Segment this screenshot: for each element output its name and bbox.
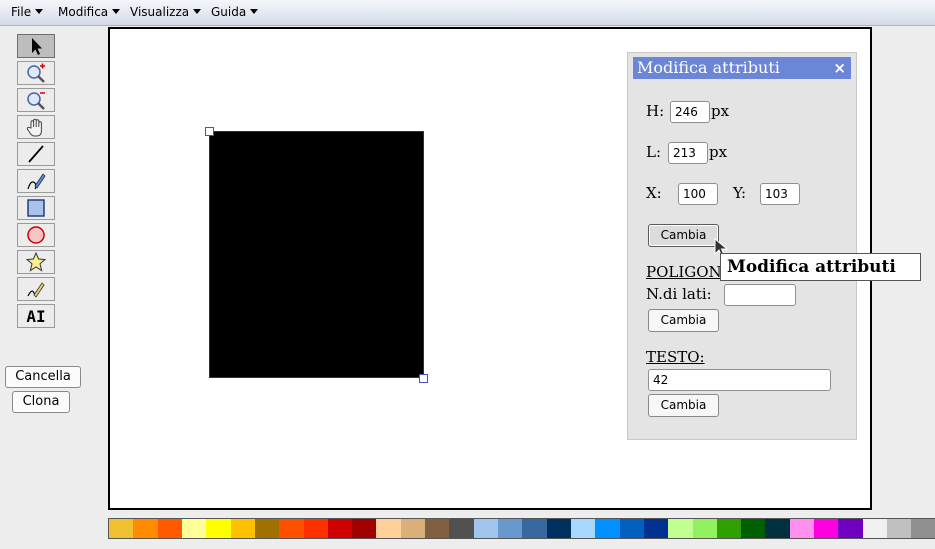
color-swatch[interactable] [254, 519, 280, 538]
height-unit: px [711, 102, 730, 120]
menu-guida[interactable]: Guida [211, 5, 259, 19]
color-swatch[interactable] [157, 519, 182, 538]
panel-title: Modifica attributi [637, 58, 780, 77]
hand-icon [26, 118, 42, 137]
circle-icon [27, 226, 45, 244]
dropdown-arrow-icon [35, 9, 44, 14]
color-swatch[interactable] [741, 519, 766, 538]
color-swatch[interactable] [449, 519, 474, 538]
color-swatch[interactable] [911, 519, 935, 538]
line-icon [28, 145, 44, 163]
color-swatch[interactable] [133, 519, 158, 538]
color-palette [108, 518, 935, 539]
menu-modifica-label: Modifica [58, 5, 109, 19]
pan-tool[interactable] [17, 115, 55, 139]
color-swatch[interactable] [668, 519, 693, 538]
polygon-tool[interactable] [17, 250, 55, 274]
close-icon[interactable]: × [833, 57, 846, 79]
x-label: X: [646, 184, 662, 202]
text-icon: AI [26, 306, 46, 326]
color-swatch[interactable] [230, 519, 255, 538]
tooltip: Modifica attributi [720, 253, 921, 281]
color-swatch[interactable] [303, 519, 328, 538]
color-swatch[interactable] [595, 519, 620, 538]
sides-input[interactable] [724, 284, 796, 306]
y-label: Y: [733, 184, 747, 202]
color-swatch[interactable] [862, 519, 887, 538]
y-input[interactable]: 103 [760, 183, 800, 205]
color-swatch[interactable] [206, 519, 231, 538]
star-icon [25, 251, 47, 272]
color-swatch[interactable] [619, 519, 644, 538]
apply-text-button[interactable]: Cambia [648, 394, 719, 417]
apply-polygon-button[interactable]: Cambia [648, 309, 719, 332]
height-input[interactable]: 246 [670, 101, 710, 123]
dropdown-arrow-icon [250, 9, 259, 14]
color-swatch[interactable] [279, 519, 304, 538]
color-swatch[interactable] [814, 519, 839, 538]
x-input[interactable]: 100 [678, 183, 718, 205]
color-swatch[interactable] [522, 519, 547, 538]
color-swatch[interactable] [109, 519, 134, 538]
menu-bar: File Modifica Visualizza Guida [0, 0, 935, 26]
clone-button[interactable]: Clona [12, 391, 70, 413]
dropdown-arrow-icon [112, 9, 121, 14]
delete-button[interactable]: Cancella [5, 366, 81, 388]
pencil-icon [27, 282, 45, 298]
attributes-panel: Modifica attributi × H: 246 px L: 213 px… [627, 52, 857, 440]
select-tool[interactable] [17, 34, 55, 58]
zoom-out-icon [27, 92, 45, 110]
menu-file-label: File [11, 5, 32, 19]
dropdown-arrow-icon [193, 9, 202, 14]
menu-visualizza[interactable]: Visualizza [130, 5, 202, 19]
zoom-out-tool[interactable] [17, 88, 55, 112]
text-tool[interactable]: AI [17, 304, 55, 328]
color-swatch[interactable] [400, 519, 426, 538]
color-swatch[interactable] [643, 519, 669, 538]
resize-handle-top-left[interactable] [205, 127, 214, 136]
color-swatch[interactable] [887, 519, 912, 538]
width-label: L: [646, 143, 662, 161]
text-heading: TESTO: [646, 348, 705, 366]
pen-icon [27, 173, 46, 190]
rectangle-tool[interactable] [17, 196, 55, 220]
zoom-in-tool[interactable] [17, 61, 55, 85]
selected-rectangle-shape[interactable] [209, 131, 424, 378]
color-swatch[interactable] [352, 519, 377, 538]
color-swatch[interactable] [570, 519, 596, 538]
color-swatch[interactable] [838, 519, 863, 538]
zoom-in-icon [27, 63, 45, 83]
panel-header: Modifica attributi × [633, 57, 851, 79]
square-icon [27, 199, 45, 217]
pen-tool[interactable] [17, 169, 55, 193]
color-swatch[interactable] [327, 519, 353, 538]
sides-label: N.di lati: [646, 285, 712, 303]
color-swatch[interactable] [692, 519, 717, 538]
ellipse-tool[interactable] [17, 223, 55, 247]
apply-geometry-button[interactable]: Cambia [648, 224, 719, 247]
menu-file[interactable]: File [11, 5, 44, 19]
color-swatch[interactable] [376, 519, 401, 538]
menu-guida-label: Guida [211, 5, 247, 19]
color-swatch[interactable] [716, 519, 742, 538]
width-unit: px [709, 143, 728, 161]
freehand-tool[interactable] [17, 277, 55, 301]
color-swatch[interactable] [425, 519, 450, 538]
color-swatch[interactable] [498, 519, 523, 538]
text-input[interactable]: 42 [648, 369, 831, 391]
color-swatch[interactable] [789, 519, 815, 538]
line-tool[interactable] [17, 142, 55, 166]
color-swatch[interactable] [765, 519, 790, 538]
menu-visualizza-label: Visualizza [130, 5, 190, 19]
resize-handle-bottom-right[interactable] [419, 374, 428, 383]
color-swatch[interactable] [546, 519, 571, 538]
color-swatch[interactable] [473, 519, 498, 538]
color-swatch[interactable] [181, 519, 207, 538]
menu-modifica[interactable]: Modifica [58, 5, 121, 19]
height-label: H: [646, 102, 665, 120]
pointer-arrow-icon [32, 38, 42, 55]
width-input[interactable]: 213 [668, 142, 708, 164]
